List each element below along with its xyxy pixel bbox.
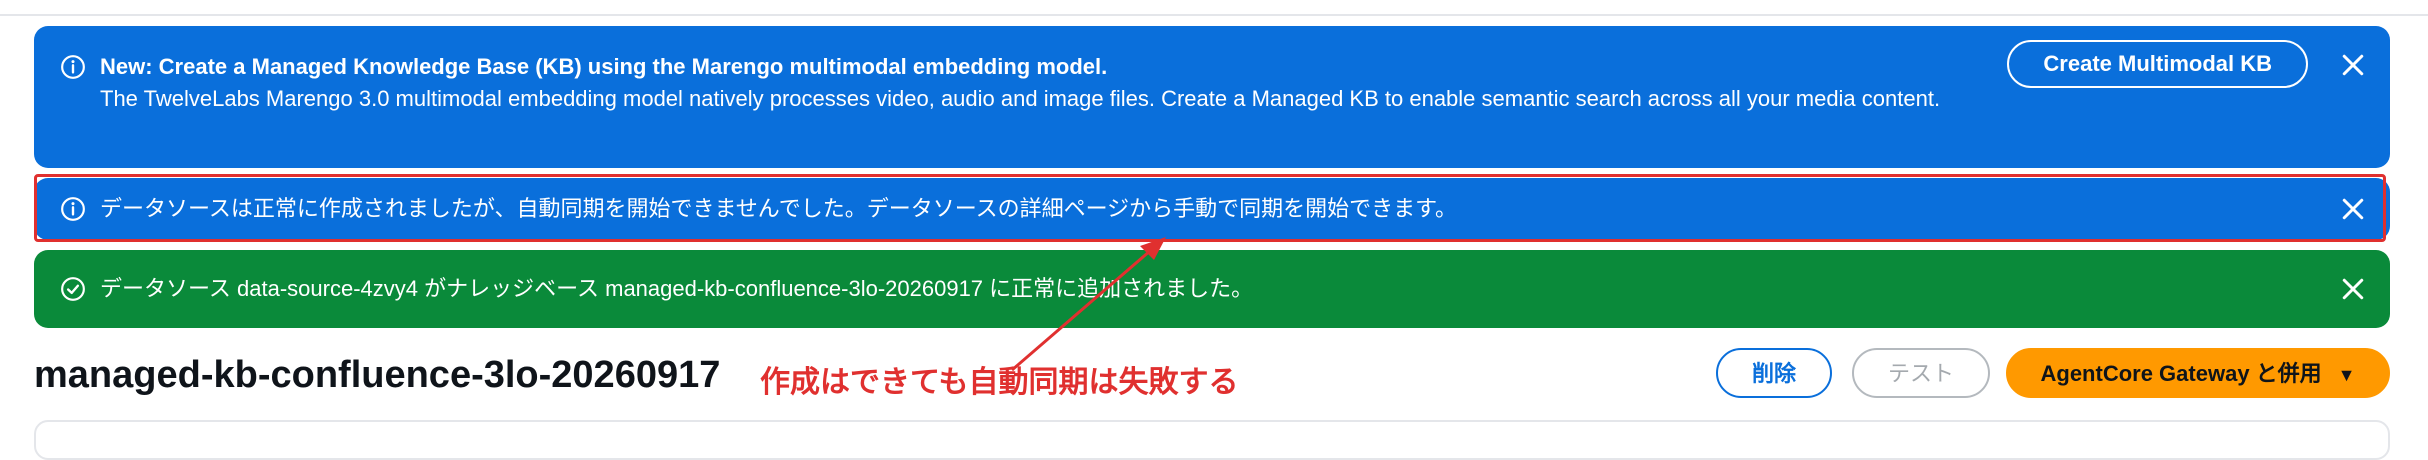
page-title: managed-kb-confluence-3lo-20260917 — [34, 354, 721, 396]
flash-message: データソースは正常に作成されましたが、自動同期を開始できませんでした。データソー… — [100, 196, 1457, 221]
flash-title: New: Create a Managed Knowledge Base (KB… — [100, 54, 1108, 79]
content-card — [34, 420, 2390, 460]
info-icon — [61, 197, 85, 221]
close-icon[interactable] — [2338, 50, 2368, 80]
close-icon[interactable] — [2338, 274, 2368, 304]
flash-kb-notice: New: Create a Managed Knowledge Base (KB… — [34, 26, 2390, 168]
agentcore-gateway-label: AgentCore Gateway と併用 — [2040, 361, 2322, 386]
close-icon[interactable] — [2338, 194, 2368, 224]
info-icon — [61, 55, 85, 79]
flash-body: The TwelveLabs Marengo 3.0 multimodal em… — [100, 86, 1941, 111]
create-multimodal-kb-button[interactable]: Create Multimodal KB — [2007, 40, 2308, 88]
flash-message: データソース data-source-4zvy4 がナレッジベース manage… — [100, 276, 1254, 301]
agentcore-gateway-button[interactable]: AgentCore Gateway と併用 ▼ — [2006, 348, 2390, 398]
caret-down-icon: ▼ — [2337, 365, 2356, 385]
test-button[interactable]: テスト — [1852, 348, 1990, 398]
check-circle-icon — [61, 277, 85, 301]
top-divider — [0, 0, 2428, 16]
flash-success: データソース data-source-4zvy4 がナレッジベース manage… — [34, 250, 2390, 328]
delete-button[interactable]: 削除 — [1716, 348, 1832, 398]
flash-sync-warning: データソースは正常に作成されましたが、自動同期を開始できませんでした。データソー… — [34, 178, 2390, 240]
annotation-text: 作成はできても自動同期は失敗する — [760, 366, 1239, 399]
